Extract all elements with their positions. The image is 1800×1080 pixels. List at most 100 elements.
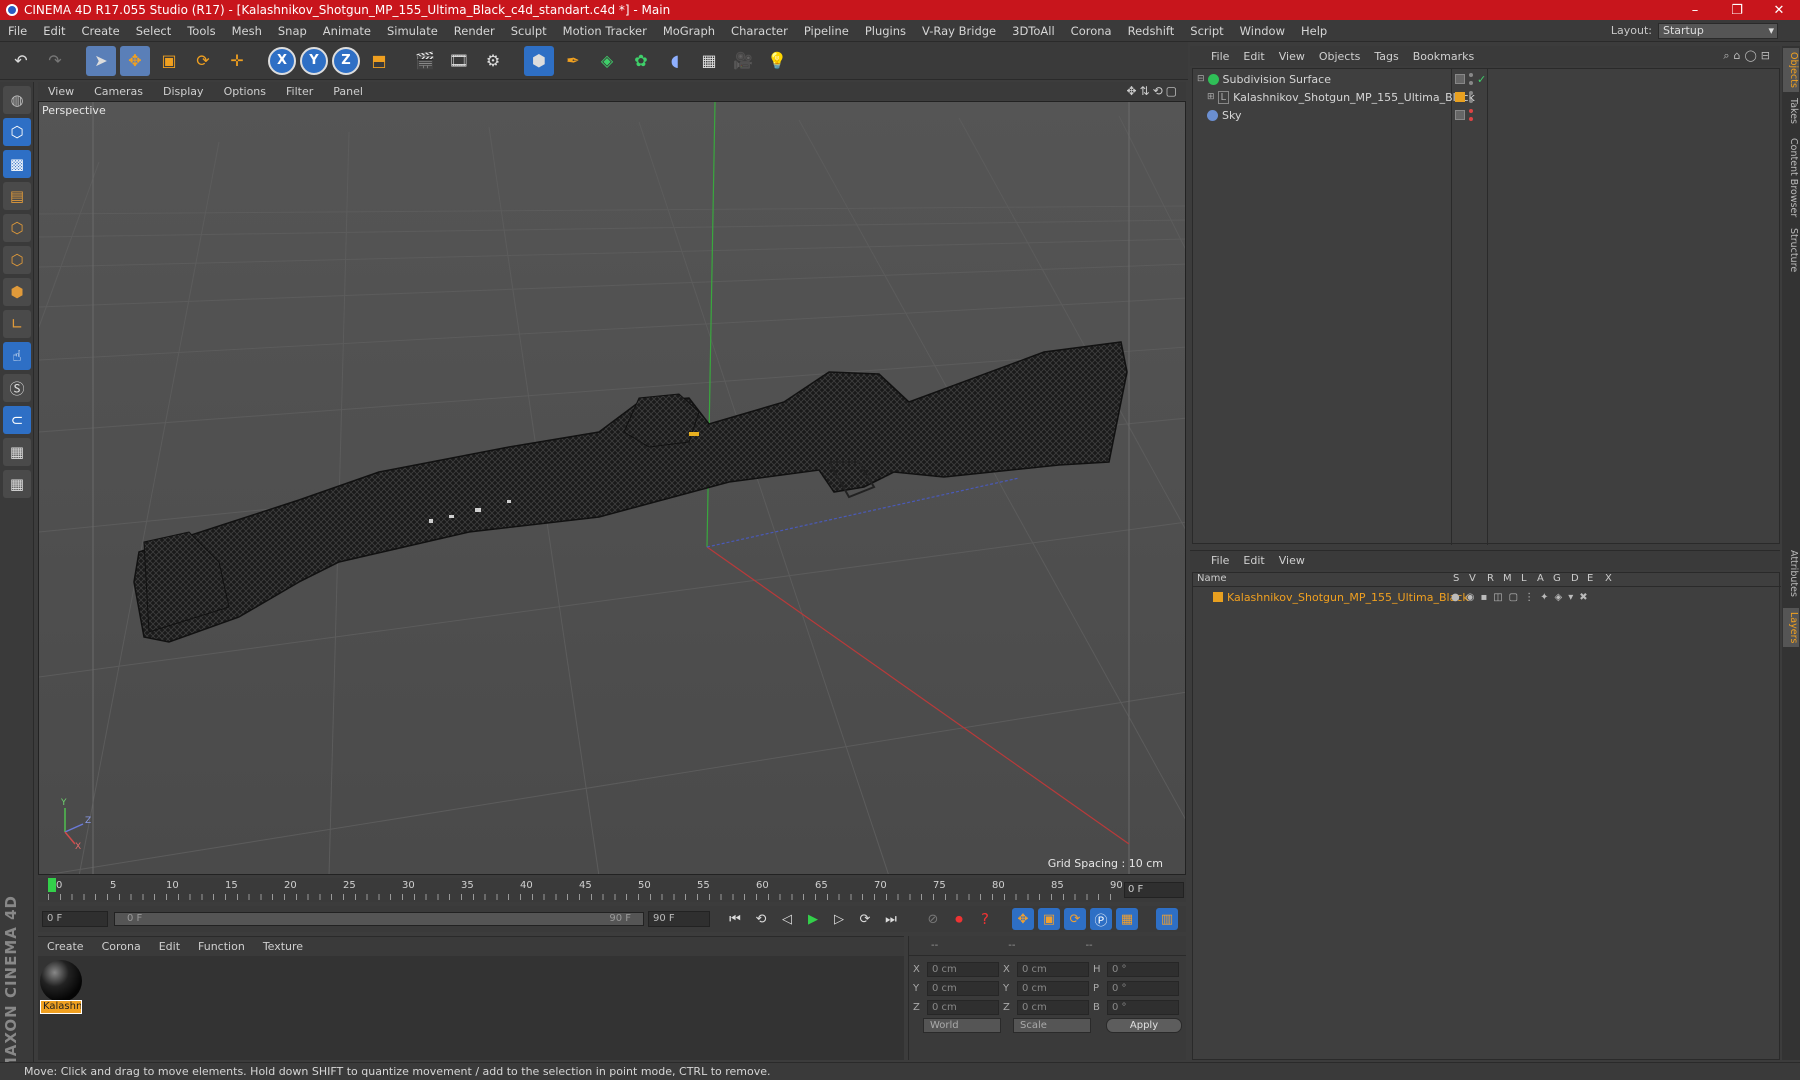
viewport-menu-panel[interactable]: Panel — [323, 85, 373, 98]
position-x-field[interactable]: 0 cm — [927, 962, 999, 977]
menu-mograph[interactable]: MoGraph — [655, 24, 723, 38]
record-active-objects-icon[interactable]: ⏺ — [948, 908, 970, 930]
visibility-dots-icon[interactable] — [1469, 91, 1473, 103]
cloner-icon[interactable]: ✿ — [626, 46, 656, 76]
rotation-h-field[interactable]: 0 ° — [1107, 962, 1179, 977]
position-z-field[interactable]: 0 cm — [927, 1000, 999, 1015]
layer-color-swatch[interactable] — [1213, 592, 1223, 602]
viewport-menu-filter[interactable]: Filter — [276, 85, 323, 98]
menu-edit[interactable]: Edit — [35, 24, 73, 38]
snap-magnet-icon[interactable]: ⊂ — [3, 406, 31, 434]
frame-range-slider[interactable]: 0 F 90 F — [114, 912, 644, 926]
menu-help[interactable]: Help — [1293, 24, 1335, 38]
render-picture-viewer-icon[interactable]: 🎞 — [444, 46, 474, 76]
perspective-viewport[interactable]: Perspective Y Z X Grid Spacing : 10 cm — [38, 101, 1186, 875]
material-preview-sphere[interactable] — [40, 960, 82, 1002]
menu-sculpt[interactable]: Sculpt — [503, 24, 555, 38]
planar-snap-icon[interactable]: ▦ — [3, 470, 31, 498]
menu-plugins[interactable]: Plugins — [857, 24, 914, 38]
live-selection-icon[interactable]: ✛ — [222, 46, 252, 76]
deformer-icon[interactable]: ◖ — [660, 46, 690, 76]
axis-mode-icon[interactable]: ∟ — [3, 310, 31, 338]
size-y-field[interactable]: 0 cm — [1017, 981, 1089, 996]
tab-objects[interactable]: Objects — [1783, 48, 1799, 92]
tab-content-browser[interactable]: Content Browser — [1783, 134, 1799, 221]
layer-name[interactable]: Kalashnikov_Shotgun_MP_155_Ultima_Black — [1227, 591, 1469, 604]
autokeying-icon[interactable]: ? — [974, 908, 996, 930]
menu-simulate[interactable]: Simulate — [379, 24, 446, 38]
om-menu-bookmarks[interactable]: Bookmarks — [1406, 50, 1481, 63]
apply-button[interactable]: Apply — [1106, 1018, 1182, 1033]
rotate-tool-icon[interactable]: ⟳ — [188, 46, 218, 76]
layer-tag-icon[interactable] — [1455, 74, 1465, 84]
enabled-check-icon[interactable]: ✓ — [1477, 73, 1486, 86]
menu-animate[interactable]: Animate — [315, 24, 379, 38]
menu-pipeline[interactable]: Pipeline — [796, 24, 857, 38]
layer-color-icon[interactable] — [1455, 92, 1465, 102]
light-icon[interactable]: 💡 — [762, 46, 792, 76]
size-mode-select[interactable]: Scale — [1013, 1018, 1091, 1033]
rotation-b-field[interactable]: 0 ° — [1107, 1000, 1179, 1015]
menu-redshift[interactable]: Redshift — [1120, 24, 1183, 38]
size-z-field[interactable]: 0 cm — [1017, 1000, 1089, 1015]
polygons-mode-icon[interactable]: ⬢ — [3, 278, 31, 306]
axis-x-button[interactable]: X — [268, 46, 296, 75]
size-x-field[interactable]: 0 cm — [1017, 962, 1089, 977]
tab-layers[interactable]: Layers — [1783, 608, 1799, 648]
floor-icon[interactable]: ▦ — [694, 46, 724, 76]
axis-z-button[interactable]: Z — [332, 46, 360, 75]
record-keys-disabled-icon[interactable]: ⊘ — [922, 908, 944, 930]
om-menu-objects[interactable]: Objects — [1312, 50, 1368, 63]
points-mode-icon[interactable]: ⬡ — [3, 214, 31, 242]
tab-structure[interactable]: Structure — [1783, 224, 1799, 276]
viewport-menu-view[interactable]: View — [38, 85, 84, 98]
next-key-icon[interactable]: ⟳ — [854, 908, 876, 930]
menu-file[interactable]: File — [0, 24, 35, 38]
material-menu-create[interactable]: Create — [38, 940, 93, 953]
coordinate-mode-select[interactable]: World — [923, 1018, 1001, 1033]
menu-script[interactable]: Script — [1182, 24, 1231, 38]
menu-vray-bridge[interactable]: V-Ray Bridge — [914, 24, 1004, 38]
om-menu-view[interactable]: View — [1272, 50, 1312, 63]
om-menu-edit[interactable]: Edit — [1236, 50, 1271, 63]
close-button[interactable]: ✕ — [1758, 3, 1800, 18]
tweak-mode-icon[interactable]: ☝ — [3, 342, 31, 370]
tab-takes[interactable]: Takes — [1783, 94, 1799, 128]
edges-mode-icon[interactable]: ⬡ — [3, 246, 31, 274]
viewport-menu-cameras[interactable]: Cameras — [84, 85, 153, 98]
object-row[interactable]: Sky — [1193, 106, 1451, 124]
object-row[interactable]: ⊟ Subdivision Surface — [1193, 70, 1451, 88]
viewport-navigation-icons[interactable]: ✥⇅⟲▢ — [1126, 84, 1186, 98]
lm-menu-view[interactable]: View — [1272, 554, 1312, 567]
tab-attributes[interactable]: Attributes — [1783, 546, 1799, 601]
render-settings-icon[interactable]: ⚙ — [478, 46, 508, 76]
maximize-button[interactable]: ❐ — [1716, 3, 1758, 18]
layer-row[interactable]: Kalashnikov_Shotgun_MP_155_Ultima_Black … — [1193, 589, 1781, 605]
menu-tools[interactable]: Tools — [179, 24, 223, 38]
workplane-lock-icon[interactable]: ▦ — [3, 438, 31, 466]
key-position-icon[interactable]: ✥ — [1012, 908, 1034, 930]
cube-primitive-icon[interactable]: ⬢ — [524, 45, 554, 76]
timeline-playhead[interactable] — [48, 878, 56, 892]
go-to-end-icon[interactable]: ⏭ — [880, 908, 902, 930]
visibility-dots-icon[interactable] — [1469, 109, 1473, 121]
undo-button[interactable]: ↶ — [6, 46, 36, 76]
menu-corona[interactable]: Corona — [1063, 24, 1120, 38]
om-menu-file[interactable]: File — [1204, 50, 1236, 63]
start-frame-field[interactable]: 0 F — [42, 911, 108, 927]
key-rotation-icon[interactable]: ⟳ — [1064, 908, 1086, 930]
layer-toggle-icons[interactable]: ●◉▪◫▢⋮✦◈▾✖ — [1451, 592, 1594, 603]
solo-mode-icon[interactable]: Ⓢ — [3, 374, 31, 402]
collapse-icon[interactable]: ⊟ — [1197, 74, 1205, 84]
timeline-window-icon[interactable]: ▥ — [1156, 908, 1178, 930]
menu-snap[interactable]: Snap — [270, 24, 315, 38]
render-view-icon[interactable]: 🎬 — [410, 46, 440, 76]
axis-y-button[interactable]: Y — [300, 46, 328, 75]
end-frame-field[interactable]: 90 F — [648, 911, 710, 927]
play-icon[interactable]: ▶ — [802, 908, 824, 930]
menu-create[interactable]: Create — [74, 24, 128, 38]
model-mode-icon[interactable]: ⬡ — [3, 118, 31, 146]
expand-icon[interactable]: ⊞ — [1207, 92, 1215, 102]
pen-spline-icon[interactable]: ✒ — [558, 46, 588, 76]
rotation-p-field[interactable]: 0 ° — [1107, 981, 1179, 996]
